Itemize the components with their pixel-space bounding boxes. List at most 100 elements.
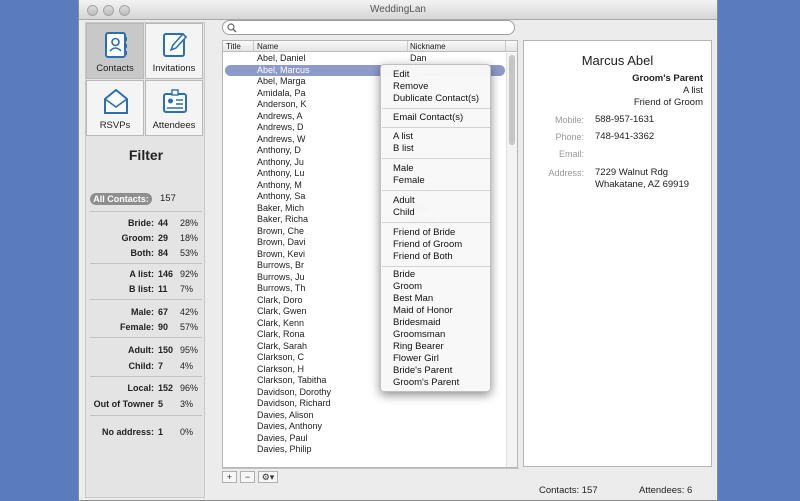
filter-row[interactable]: B list: 11 7%: [86, 284, 206, 298]
menu-item-brides-parent[interactable]: Bride's Parent: [393, 365, 452, 376]
list-scrollbar[interactable]: [506, 53, 517, 467]
list-toolbar: + − ⚙▾: [222, 468, 519, 483]
remove-contact-button[interactable]: −: [240, 471, 255, 483]
menu-item-ring-bearer[interactable]: Ring Bearer: [393, 341, 444, 352]
address-line1: 7229 Walnut Rdg: [595, 167, 669, 178]
context-menu: Edit Remove Dublicate Contact(s) Email C…: [380, 64, 491, 392]
all-contacts-filter-button[interactable]: All Contacts:: [90, 193, 152, 205]
filter-row[interactable]: Bride: 44 28%: [86, 218, 206, 232]
contact-name-cell: Anthony, M: [257, 179, 302, 190]
menu-item-remove[interactable]: Remove: [393, 81, 428, 92]
menu-item-a-list[interactable]: A list: [393, 131, 413, 142]
menu-item-female[interactable]: Female: [393, 175, 425, 186]
filter-divider: [90, 299, 202, 300]
menu-item-flower-girl[interactable]: Flower Girl: [393, 353, 439, 364]
window-title: WeddingLan: [370, 4, 426, 15]
column-title-header[interactable]: Title: [226, 42, 241, 51]
contact-name-cell: Davies, Philip: [257, 444, 312, 454]
list-item[interactable]: Davidson, Richard: [223, 398, 507, 410]
filter-row[interactable]: No address: 1 0%: [86, 427, 206, 441]
list-item[interactable]: Davies, Anthony: [223, 421, 507, 433]
contact-name-cell: Brown, Davi: [257, 237, 306, 247]
contact-name-cell: Anthony, Sa: [257, 191, 306, 201]
contacts-count-status: Contacts: 157: [539, 485, 598, 496]
menu-separator: [382, 266, 490, 267]
filter-title: Filter: [128, 147, 164, 163]
menu-item-edit[interactable]: Edit: [393, 69, 409, 80]
contact-list-tag: A list: [682, 85, 703, 96]
menu-item-friend-of-groom[interactable]: Friend of Groom: [393, 239, 462, 250]
menu-item-duplicate[interactable]: Dublicate Contact(s): [393, 93, 479, 104]
filter-divider: [90, 263, 202, 264]
contact-name-cell: Clarkson, C: [257, 352, 305, 362]
filter-row[interactable]: Local: 152 96%: [86, 383, 206, 397]
menu-item-child[interactable]: Child: [393, 207, 415, 218]
list-item[interactable]: Davies, Alison: [223, 410, 507, 422]
nav-rsvps-button[interactable]: RSVPs: [86, 80, 144, 136]
filter-divider: [90, 211, 202, 212]
gear-menu-button[interactable]: ⚙▾: [258, 471, 278, 483]
menu-item-grooms-parent[interactable]: Groom's Parent: [393, 377, 459, 388]
filter-row[interactable]: Groom: 29 18%: [86, 233, 206, 247]
menu-item-groom[interactable]: Groom: [393, 281, 422, 292]
menu-separator: [382, 127, 490, 128]
menu-separator: [382, 108, 490, 109]
search-input[interactable]: [222, 20, 515, 35]
left-panel: Contacts Invitations RSVPs Attendees Fil…: [85, 22, 205, 498]
menu-item-friend-of-bride[interactable]: Friend of Bride: [393, 227, 455, 238]
menu-item-male[interactable]: Male: [393, 163, 414, 174]
pencil-paper-icon: [163, 32, 188, 57]
filter-row[interactable]: Adult: 150 95%: [86, 345, 206, 359]
menu-item-email[interactable]: Email Contact(s): [393, 112, 463, 123]
nav-grid: Contacts Invitations RSVPs Attendees: [86, 23, 206, 138]
contact-name-cell: Clark, Sarah: [257, 340, 308, 351]
contact-name-cell: Clark, Doro: [257, 294, 303, 305]
contact-name-cell: Burrows, Br: [257, 260, 305, 270]
contact-name-cell: Davies, Paul: [257, 432, 308, 443]
contact-name-cell: Burrows, Th: [257, 283, 306, 293]
filter-row[interactable]: Male: 67 42%: [86, 307, 206, 321]
nav-invitations-button[interactable]: Invitations: [145, 23, 203, 79]
menu-separator: [382, 190, 490, 191]
menu-item-best-man[interactable]: Best Man: [393, 293, 433, 304]
menu-item-friend-of-both[interactable]: Friend of Both: [393, 251, 453, 262]
menu-item-adult[interactable]: Adult: [393, 195, 415, 206]
add-contact-button[interactable]: +: [222, 471, 237, 483]
menu-item-b-list[interactable]: B list: [393, 143, 414, 154]
search-icon: [227, 23, 237, 33]
menu-item-bridesmaid[interactable]: Bridesmaid: [393, 317, 441, 328]
contact-name-cell: Davidson, Richard: [257, 398, 331, 408]
contact-name-cell: Andrews, D: [257, 122, 304, 132]
address-line2: Whakatane, AZ 69919: [595, 179, 690, 190]
envelope-icon: [104, 88, 128, 114]
nav-contacts-button[interactable]: Contacts: [86, 23, 144, 79]
app-window: WeddingLan Contacts Invitations RSVPs At…: [78, 0, 718, 501]
column-nickname-header[interactable]: Nickname: [410, 42, 446, 51]
contact-name-cell: Baker, Richa: [257, 214, 309, 224]
filter-row[interactable]: A list: 146 92%: [86, 269, 206, 283]
menu-separator: [382, 158, 490, 159]
menu-item-groomsman[interactable]: Groomsman: [393, 329, 445, 340]
contact-nickname-cell: Dan: [410, 53, 427, 63]
menu-item-bride[interactable]: Bride: [393, 269, 415, 280]
filter-row[interactable]: Female: 90 57%: [86, 322, 206, 336]
menu-separator: [382, 222, 490, 223]
contact-relation: Friend of Groom: [633, 97, 703, 108]
list-item[interactable]: Davies, Paul: [223, 433, 507, 445]
column-name-header[interactable]: Name: [257, 42, 278, 51]
contact-name-cell: Andrews, A: [257, 110, 303, 121]
list-item[interactable]: Abel, Daniel Dan: [223, 53, 507, 65]
contact-name-cell: Baker, Mich: [257, 202, 305, 213]
contact-name-cell: Clark, Rona: [257, 329, 305, 339]
nav-attendees-button[interactable]: Attendees: [145, 80, 203, 136]
scroll-thumb[interactable]: [509, 55, 515, 145]
attendees-count-status: Attendees: 6: [639, 485, 693, 496]
filter-row[interactable]: Out of Towner 5 3%: [86, 399, 206, 413]
filter-row[interactable]: Child: 7 4%: [86, 361, 206, 375]
all-contacts-count: 157: [160, 193, 176, 204]
filter-row[interactable]: Both: 84 53%: [86, 248, 206, 262]
menu-item-maid-of-honor[interactable]: Maid of Honor: [393, 305, 453, 316]
contact-name-cell: Clarkson, Tabitha: [257, 375, 327, 385]
list-item[interactable]: Davies, Philip: [223, 444, 507, 456]
mobile-label: Mobile:: [554, 115, 584, 125]
